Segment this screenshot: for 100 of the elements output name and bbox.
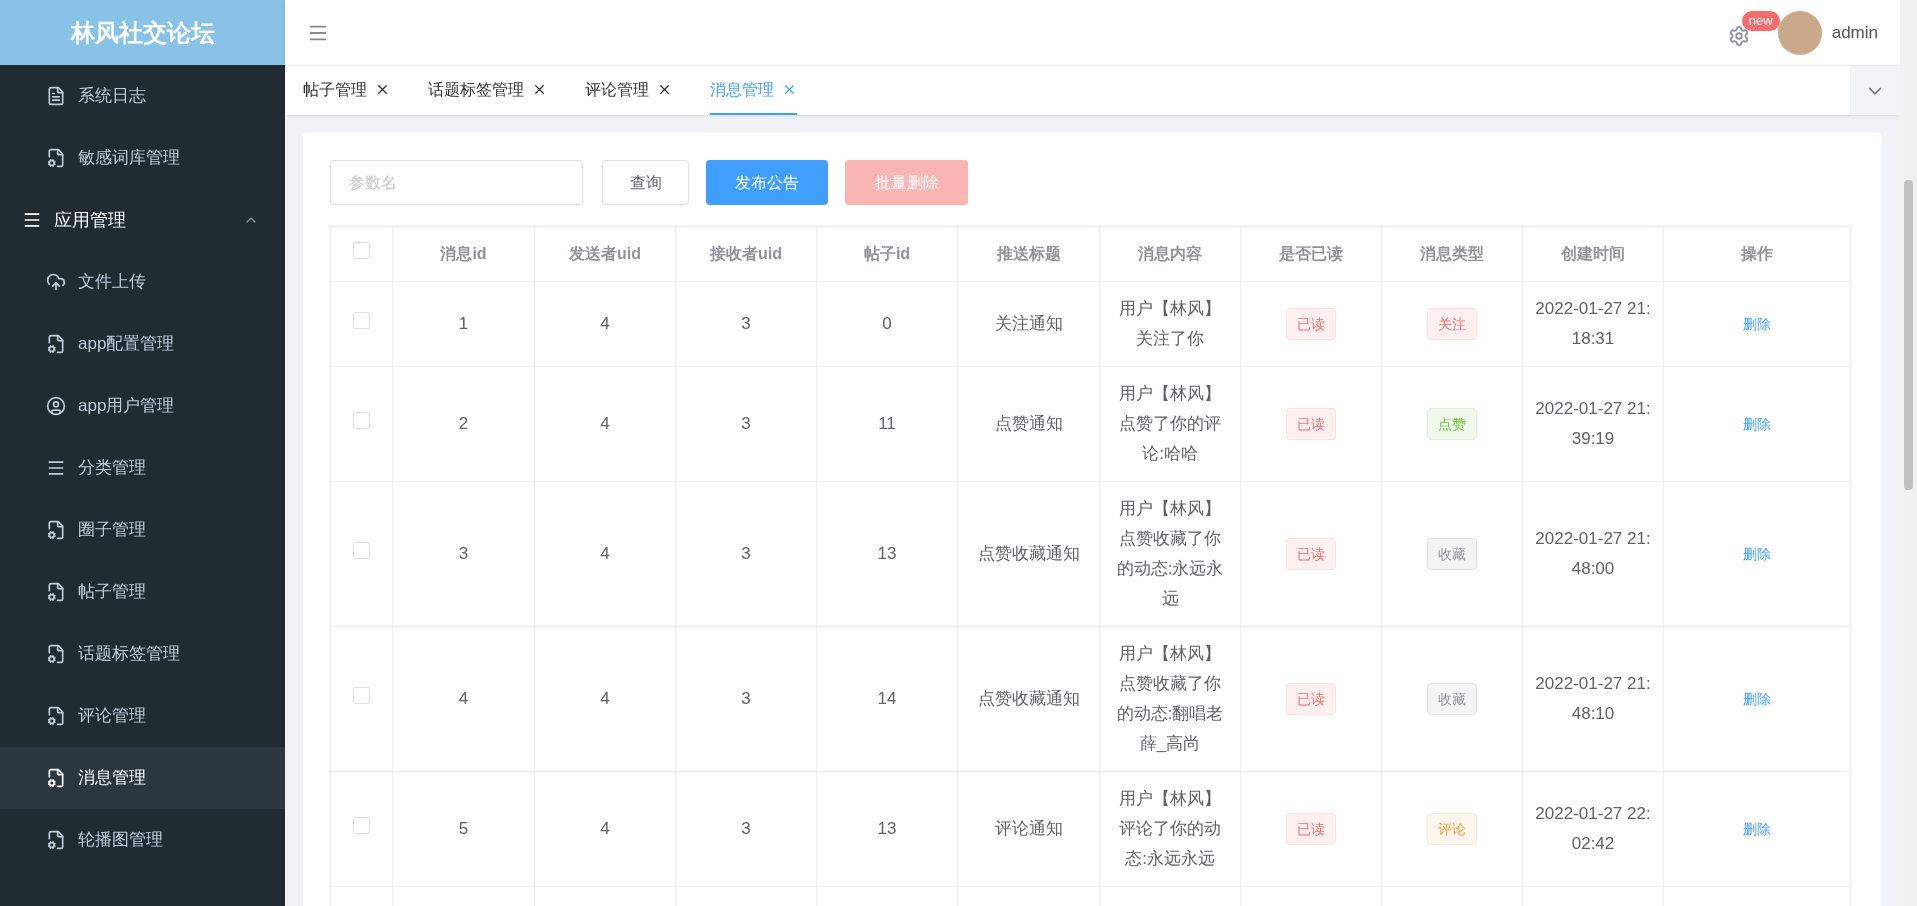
document-gear-icon <box>46 582 66 602</box>
tabs-dropdown-button[interactable] <box>1850 66 1900 115</box>
column-header: 操作 <box>1663 226 1851 282</box>
cloud-upload-icon <box>46 272 66 292</box>
chevron-down-icon <box>1868 86 1882 95</box>
table-cell: 3 <box>675 366 817 482</box>
read-status-tag: 已读 <box>1286 538 1336 570</box>
sidebar-item[interactable]: 帖子管理 <box>0 561 285 623</box>
message-type-tag: 评论 <box>1427 813 1477 845</box>
table-cell: 点赞通知 <box>957 366 1100 482</box>
user-name[interactable]: admin <box>1831 19 1878 46</box>
table-cell: 0 <box>816 281 958 367</box>
scrollbar[interactable] <box>1900 0 1917 906</box>
table-cell: 4 <box>534 771 676 887</box>
table-cell: 2022-01-27 21:48:00 <box>1522 481 1664 627</box>
column-header: 帖子id <box>816 226 958 282</box>
document-gear-icon <box>46 148 66 168</box>
document-gear-icon <box>46 830 66 850</box>
message-type-tag: 关注 <box>1427 308 1477 340</box>
message-type-tag: 收藏 <box>1427 683 1477 715</box>
table-cell: 1 <box>392 281 535 367</box>
sidebar-item[interactable]: 消息管理 <box>0 747 285 809</box>
scrollbar-thumb[interactable] <box>1904 180 1913 490</box>
close-icon[interactable] <box>532 82 547 97</box>
search-field[interactable]: 参数名 <box>330 160 583 205</box>
sidebar-item[interactable]: 圈子管理 <box>0 499 285 561</box>
avatar[interactable] <box>1777 10 1822 55</box>
table-cell: 5 <box>392 771 535 887</box>
column-header: 是否已读 <box>1240 226 1382 282</box>
table-cell: 4 <box>534 281 676 367</box>
table-cell: 13 <box>816 481 958 627</box>
table-cell: 2022-01-27 21:48:10 <box>1522 626 1664 772</box>
table-cell: 3 <box>675 771 817 887</box>
document-gear-icon <box>46 706 66 726</box>
toolbar-button[interactable]: 查询 <box>602 160 689 205</box>
table-cell: 用户【林风】点赞了你的评论:哈哈 <box>1099 366 1241 482</box>
table-cell: 3 <box>675 481 817 627</box>
sidebar-group[interactable]: 应用管理 <box>0 189 285 251</box>
column-header: 推送标题 <box>957 226 1100 282</box>
user-icon <box>46 396 66 416</box>
message-type-tag: 点赞 <box>1427 408 1477 440</box>
close-icon[interactable] <box>657 82 672 97</box>
table-cell: 11 <box>816 366 958 482</box>
column-header: 消息类型 <box>1381 226 1523 282</box>
message-type-tag: 收藏 <box>1427 538 1477 570</box>
table-cell: 用户【林风】点赞收藏了你的动态:翻唱老薛_高尚 <box>1099 626 1241 772</box>
read-status-tag: 已读 <box>1286 813 1336 845</box>
table-cell: 用户【林风】评论了你的动态:永远永远 <box>1099 771 1241 887</box>
checkbox[interactable] <box>353 817 370 834</box>
column-header: 接收者uid <box>675 226 817 282</box>
checkbox[interactable] <box>353 312 370 329</box>
table-cell: 3 <box>392 481 535 627</box>
table-cell: 点赞收藏通知 <box>957 481 1100 627</box>
sidebar-item[interactable]: 敏感词库管理 <box>0 127 285 189</box>
checkbox[interactable] <box>353 687 370 704</box>
table-cell: 13 <box>816 771 958 887</box>
read-status-tag: 已读 <box>1286 683 1336 715</box>
tab[interactable]: 话题标签管理 <box>428 66 547 115</box>
close-icon[interactable] <box>375 82 390 97</box>
read-status-tag: 已读 <box>1286 308 1336 340</box>
table-cell: 2022-01-27 21:18:31 <box>1522 281 1664 367</box>
table-cell: 关注通知 <box>957 281 1100 367</box>
table-cell: 4 <box>392 626 535 772</box>
sidebar-item[interactable]: app用户管理 <box>0 375 285 437</box>
sidebar-item[interactable]: 话题标签管理 <box>0 623 285 685</box>
sidebar-item[interactable]: 分类管理 <box>0 437 285 499</box>
document-gear-icon <box>46 520 66 540</box>
table-cell: 3 <box>675 626 817 772</box>
sidebar-item[interactable]: 系统日志 <box>0 65 285 127</box>
tab[interactable]: 评论管理 <box>585 66 672 115</box>
document-icon <box>46 86 66 106</box>
document-gear-icon <box>46 334 66 354</box>
document-gear-icon <box>46 768 66 788</box>
column-header: 消息id <box>392 226 535 282</box>
table-cell: 4 <box>534 626 676 772</box>
checkbox[interactable] <box>353 412 370 429</box>
table-cell: 2 <box>392 366 535 482</box>
site-title: 林风社交论坛 <box>70 17 215 48</box>
table-cell: 点赞收藏通知 <box>957 626 1100 772</box>
notification-badge: new <box>1741 10 1780 31</box>
column-header: 创建时间 <box>1522 226 1664 282</box>
sidebar-item[interactable]: app配置管理 <box>0 313 285 375</box>
column-header: 发送者uid <box>534 226 676 282</box>
tab[interactable]: 帖子管理 <box>303 66 390 115</box>
sidebar-item[interactable]: 文件上传 <box>0 251 285 313</box>
checkbox[interactable] <box>353 242 370 259</box>
column-header: 消息内容 <box>1099 226 1241 282</box>
read-status-tag: 已读 <box>1286 408 1336 440</box>
table-cell: 4 <box>534 481 676 627</box>
sidebar-item[interactable]: 评论管理 <box>0 685 285 747</box>
table-cell: 用户【林风】点赞收藏了你的动态:永远永远 <box>1099 481 1241 627</box>
list-icon <box>46 458 66 478</box>
table-cell: 评论通知 <box>957 771 1100 887</box>
sidebar-item[interactable]: 轮播图管理 <box>0 809 285 871</box>
checkbox[interactable] <box>353 542 370 559</box>
table-cell: 2022-01-27 21:39:19 <box>1522 366 1664 482</box>
table-cell: 3 <box>675 281 817 367</box>
settings-icon[interactable] <box>1727 24 1750 47</box>
table-cell: 2022-01-27 22:02:42 <box>1522 771 1664 887</box>
table-cell: 14 <box>816 626 958 772</box>
